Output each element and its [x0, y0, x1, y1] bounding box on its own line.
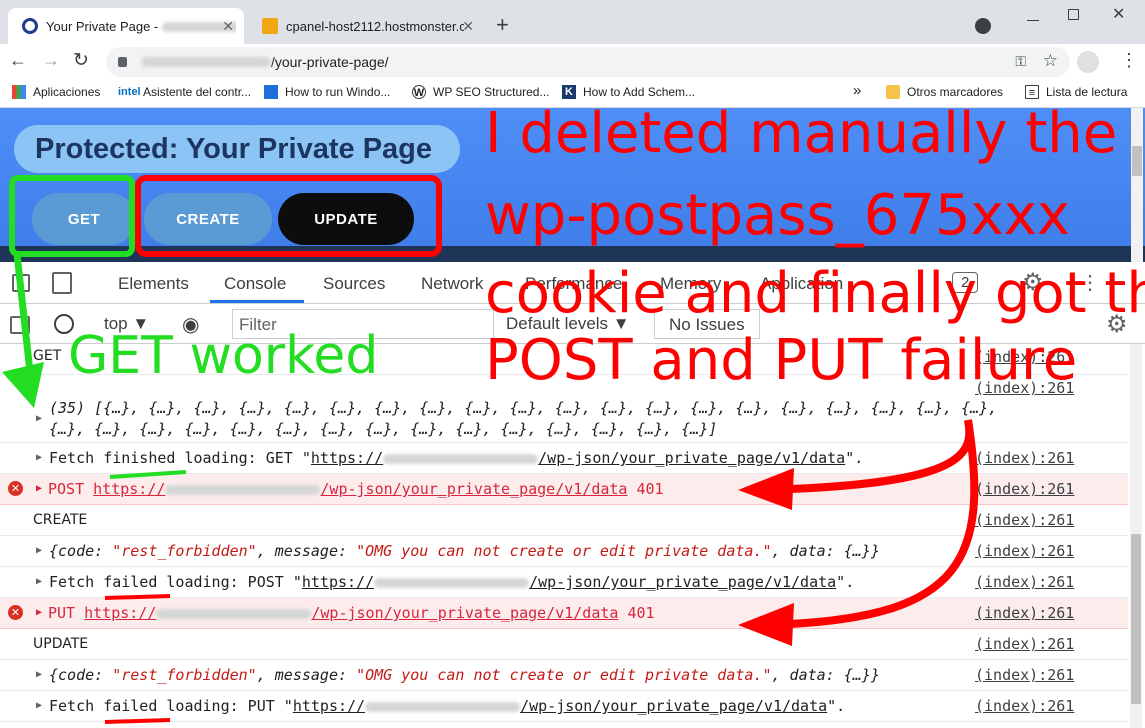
bookmark-star-icon[interactable]: ☆: [1043, 51, 1058, 71]
expand-triangle-icon[interactable]: ▶: [36, 669, 42, 680]
log-row-fetch-post[interactable]: ▶ Fetch failed loading: POST "https:///w…: [0, 567, 1128, 598]
expand-triangle-icon[interactable]: ▶: [36, 452, 42, 463]
page-title: Protected: Your Private Page: [14, 125, 460, 173]
source-link[interactable]: (index):261: [975, 697, 1074, 715]
expand-triangle-icon[interactable]: ▶: [36, 576, 42, 587]
new-tab-button[interactable]: +: [496, 12, 509, 38]
put-fetch-url-link[interactable]: https:///wp-json/your_private_page/v1/da…: [293, 697, 827, 715]
sidebar-toggle-icon[interactable]: [10, 316, 30, 334]
error-icon: ✕: [8, 481, 23, 496]
tab-search-icon[interactable]: [975, 18, 991, 34]
browser-tab-strip: Your Private Page - ✕ cpanel-host2112.ho…: [0, 0, 1145, 44]
maximize-icon[interactable]: [1068, 9, 1079, 20]
tab-console[interactable]: Console: [224, 274, 286, 294]
reading-list[interactable]: ≡ Lista de lectura: [1025, 85, 1127, 99]
log-row-create-response[interactable]: ▶ {code: "rest_forbidden", message: "OMG…: [0, 536, 1128, 567]
source-link[interactable]: (index):261: [975, 604, 1074, 622]
log-row-fetch-put[interactable]: ▶ Fetch failed loading: PUT "https:///wp…: [0, 691, 1128, 722]
address-bar[interactable]: /your-private-page/ ⚿ ☆: [106, 47, 1070, 77]
log-row-update-response[interactable]: ▶ {code: "rest_forbidden", message: "OMG…: [0, 660, 1128, 691]
expand-triangle-icon[interactable]: ▶: [36, 700, 42, 711]
red-annotation-line-1: I deleted manually the: [485, 101, 1118, 166]
blurred-domain: [141, 57, 271, 67]
tab-your-private-page[interactable]: Your Private Page - ✕: [8, 8, 244, 44]
profile-avatar[interactable]: [1077, 51, 1099, 73]
get-button[interactable]: GET: [32, 193, 136, 245]
error-row-put-401[interactable]: ✕ ▶ PUT https:///wp-json/your_private_pa…: [0, 598, 1128, 629]
device-toolbar-icon[interactable]: [52, 272, 72, 294]
red-annotation-line-4: POST and PUT failure: [485, 328, 1078, 393]
bookmark-4[interactable]: K How to Add Schem...: [562, 85, 695, 99]
wordpress-icon: W: [412, 85, 426, 99]
console-scrollbar[interactable]: [1130, 344, 1142, 728]
bookmark-3[interactable]: W WP SEO Structured...: [412, 85, 549, 99]
bookmarks-more[interactable]: »: [853, 82, 861, 99]
url-path: /your-private-page/: [271, 54, 389, 70]
bookmark-apps[interactable]: Aplicaciones: [12, 85, 100, 99]
get-url-link[interactable]: https:///wp-json/your_private_page/v1/da…: [311, 449, 845, 467]
post-fetch-url-link[interactable]: https:///wp-json/your_private_page/v1/da…: [302, 573, 836, 591]
expand-triangle-icon[interactable]: ▶: [36, 545, 42, 556]
red-annotation-line-3: cookie and finally got the: [485, 261, 1145, 326]
minimize-icon[interactable]: [1027, 20, 1039, 21]
close-tab-icon[interactable]: ✕: [222, 18, 234, 35]
console-output: GET (index):261 (index):261 ▶ (35) [{…},…: [0, 344, 1145, 728]
inspect-element-icon[interactable]: [12, 274, 30, 292]
active-tab-underline: [210, 300, 304, 303]
site-favicon-icon: [22, 18, 38, 34]
source-link[interactable]: (index):261: [975, 511, 1074, 529]
apps-grid-icon: [12, 85, 26, 99]
forward-icon[interactable]: →: [42, 50, 60, 71]
menu-kebab-icon[interactable]: ⋮: [1120, 50, 1138, 71]
bookmark-2[interactable]: How to run Windo...: [264, 85, 390, 99]
close-window-icon[interactable]: ✕: [1112, 4, 1125, 24]
page-scrollbar[interactable]: [1131, 108, 1143, 262]
intel-icon: intel: [118, 86, 141, 98]
folder-icon: [886, 85, 900, 99]
source-link[interactable]: (index):261: [975, 573, 1074, 591]
reload-icon[interactable]: ↻: [73, 49, 89, 72]
k-icon: K: [562, 85, 576, 99]
green-annotation: GET worked: [68, 326, 379, 386]
error-row-post-401[interactable]: ✕ ▶ POST https:///wp-json/your_private_p…: [0, 474, 1128, 505]
tab-network[interactable]: Network: [421, 274, 483, 294]
word-failed: failed: [103, 573, 158, 591]
red-annotation-line-2: wp-postpass_675xxx: [485, 183, 1071, 248]
lock-icon: [118, 57, 127, 67]
close-tab-icon[interactable]: ✕: [462, 18, 474, 35]
key-icon[interactable]: ⚿: [1015, 53, 1026, 70]
create-button[interactable]: CREATE: [144, 193, 272, 245]
reading-list-icon: ≡: [1025, 85, 1039, 99]
pma-favicon-icon: [262, 18, 278, 34]
error-icon: ✕: [8, 605, 23, 620]
word-finished: finished: [103, 449, 176, 467]
back-icon[interactable]: ←: [9, 50, 27, 71]
tab-elements[interactable]: Elements: [118, 274, 189, 294]
tab-sources[interactable]: Sources: [323, 274, 385, 294]
expand-triangle-icon[interactable]: ▶: [36, 483, 42, 494]
log-row-update: UPDATE (index):261: [0, 629, 1128, 660]
put-url-link[interactable]: https:///wp-json/your_private_page/v1/da…: [84, 604, 618, 622]
log-row-fetch-get[interactable]: ▶ Fetch finished loading: GET "https:///…: [0, 443, 1128, 474]
expand-triangle-icon[interactable]: ▶: [36, 607, 42, 618]
bookmark-1[interactable]: intel Asistente del contr...: [118, 85, 251, 99]
source-link[interactable]: (index):261: [975, 542, 1074, 560]
source-link[interactable]: (index):261: [975, 449, 1074, 467]
expand-triangle-icon[interactable]: ▶: [36, 413, 42, 424]
post-url-link[interactable]: https:///wp-json/your_private_page/v1/da…: [93, 480, 627, 498]
bookmark-folder-other[interactable]: Otros marcadores: [886, 85, 1003, 99]
bookmark-thumb-icon: [264, 85, 278, 99]
word-failed: failed: [103, 697, 158, 715]
browser-toolbar: ← → ↻ /your-private-page/ ⚿ ☆ ⋮: [0, 44, 1145, 80]
source-link[interactable]: (index):261: [975, 666, 1074, 684]
update-button[interactable]: UPDATE: [278, 193, 414, 245]
log-row-create: CREATE (index):261: [0, 505, 1128, 536]
page-footer-strip: [0, 246, 1145, 262]
source-link[interactable]: (index):261: [975, 480, 1074, 498]
tab-cpanel[interactable]: cpanel-host2112.hostmonster.com ✕: [248, 8, 484, 44]
source-link[interactable]: (index):261: [975, 635, 1074, 653]
